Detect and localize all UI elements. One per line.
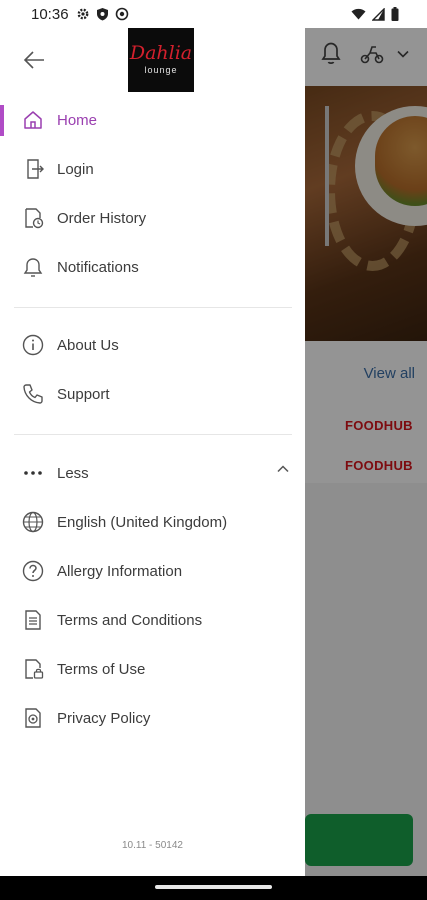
globe-icon [22,511,44,533]
menu-item-notifications[interactable]: Notifications [0,243,305,292]
gear-icon [77,8,89,20]
more-dots-icon [22,462,44,484]
menu-item-label: Notifications [57,259,139,276]
help-circle-icon [22,560,44,582]
menu-secondary: About Us Support [0,321,305,419]
menu-item-home[interactable]: Home [0,96,305,145]
shield-icon [97,8,108,21]
menu-item-privacy-policy[interactable]: Privacy Policy [0,694,305,743]
menu-item-terms-of-use[interactable]: Terms of Use [0,645,305,694]
target-icon [115,7,129,21]
document-icon [22,609,44,631]
back-button[interactable] [20,46,48,74]
menu-item-order-history[interactable]: Order History [0,194,305,243]
battery-icon [391,7,399,21]
home-icon [22,109,44,131]
chevron-up-icon [277,465,289,473]
cell-signal-icon [372,7,385,21]
menu-item-label: Terms of Use [57,661,146,678]
document-lock-icon [22,658,44,680]
menu-divider [14,434,292,435]
status-icons-right [351,7,399,21]
info-icon [22,334,44,356]
status-time: 10:36 [31,6,69,23]
menu-primary: Home Login Order History Notifications [0,96,305,292]
menu-item-language[interactable]: English (United Kingdom) [0,498,305,547]
drawer-scrim[interactable] [305,28,427,876]
status-bar: 10:36 [0,0,427,28]
logo-main-text: Dahlia [129,41,193,64]
menu-item-about-us[interactable]: About Us [0,321,305,370]
home-gesture-handle[interactable] [155,885,272,889]
drawer-header: Dahlia lounge [0,26,305,100]
menu-item-label: Support [57,386,110,403]
menu-item-label: Terms and Conditions [57,612,203,629]
active-indicator [0,105,4,136]
menu-item-label: English (United Kingdom) [57,514,228,531]
menu-item-label: About Us [57,337,119,354]
wifi-icon [351,8,366,20]
menu-more: Less English (United Kingdom) Allergy In… [0,449,305,743]
arrow-left-icon [23,51,44,69]
restaurant-logo: Dahlia lounge [128,26,194,92]
less-toggle-label: Less [57,465,89,482]
bell-icon [22,256,44,278]
menu-item-allergy-information[interactable]: Allergy Information [0,547,305,596]
logo-sub-text: lounge [144,64,178,75]
menu-item-label: Home [57,112,98,129]
menu-item-label: Login [57,161,94,178]
login-icon [22,158,44,180]
menu-item-support[interactable]: Support [0,370,305,419]
menu-item-label: Privacy Policy [57,710,151,727]
menu-item-login[interactable]: Login [0,145,305,194]
system-navigation-bar [0,876,427,900]
navigation-drawer: Dahlia lounge Home Login Order History N… [0,26,305,876]
app-version: 10.11 - 50142 [122,840,183,851]
menu-item-label: Order History [57,210,147,227]
order-history-icon [22,207,44,229]
less-toggle[interactable]: Less [0,449,305,498]
menu-item-terms-and-conditions[interactable]: Terms and Conditions [0,596,305,645]
privacy-icon [22,707,44,729]
phone-icon [22,383,44,405]
menu-divider [14,307,292,308]
menu-item-label: Allergy Information [57,563,183,580]
status-icons-left [76,7,129,21]
